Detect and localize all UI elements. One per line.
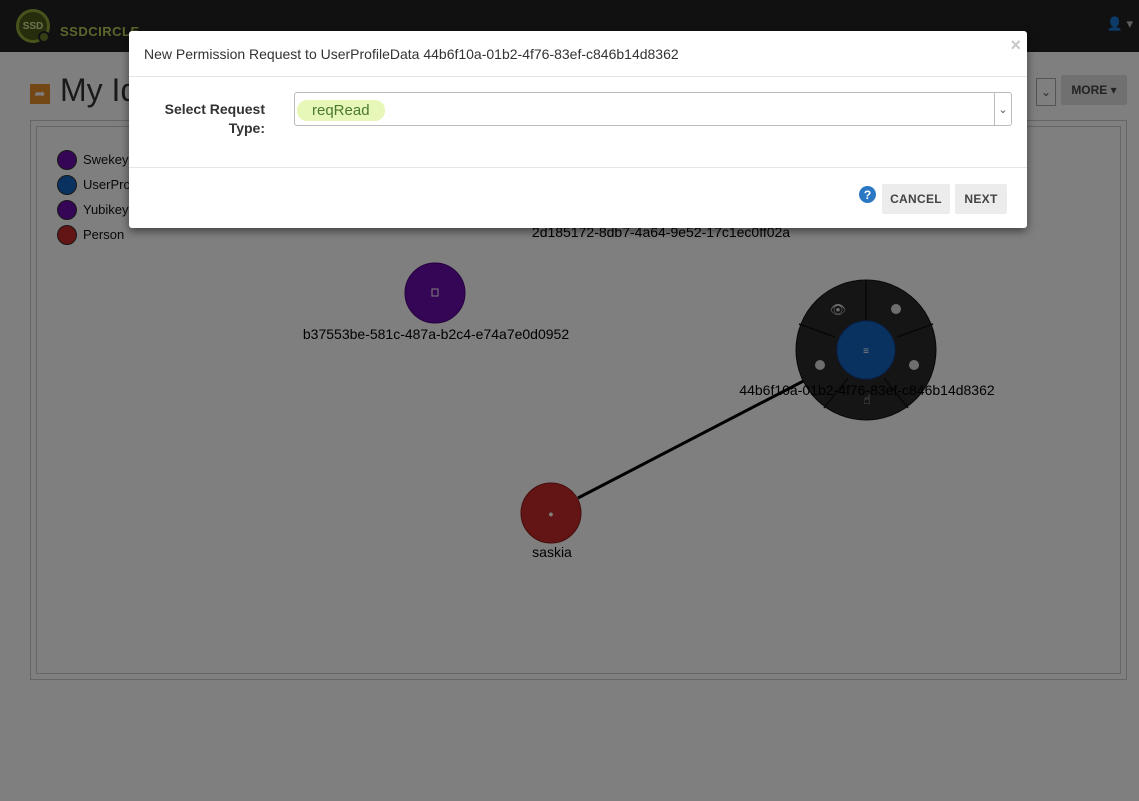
close-icon[interactable]: ×	[1010, 35, 1021, 56]
modal-title: New Permission Request to UserProfileDat…	[144, 46, 679, 62]
cancel-button[interactable]: CANCEL	[882, 184, 950, 214]
request-type-select[interactable]: reqRead ⌄	[294, 92, 1012, 126]
modal-header: New Permission Request to UserProfileDat…	[129, 31, 1027, 77]
request-type-value: reqRead	[297, 100, 385, 121]
chevron-down-icon[interactable]: ⌄	[994, 93, 1011, 125]
modal-body: Select Request Type: reqRead ⌄	[129, 77, 1027, 168]
permission-request-modal: New Permission Request to UserProfileDat…	[129, 31, 1027, 228]
request-type-label: Select Request Type:	[164, 101, 265, 136]
next-button[interactable]: NEXT	[955, 184, 1007, 214]
modal-footer: ? CANCEL NEXT	[129, 168, 1027, 228]
help-icon[interactable]: ?	[859, 186, 876, 203]
